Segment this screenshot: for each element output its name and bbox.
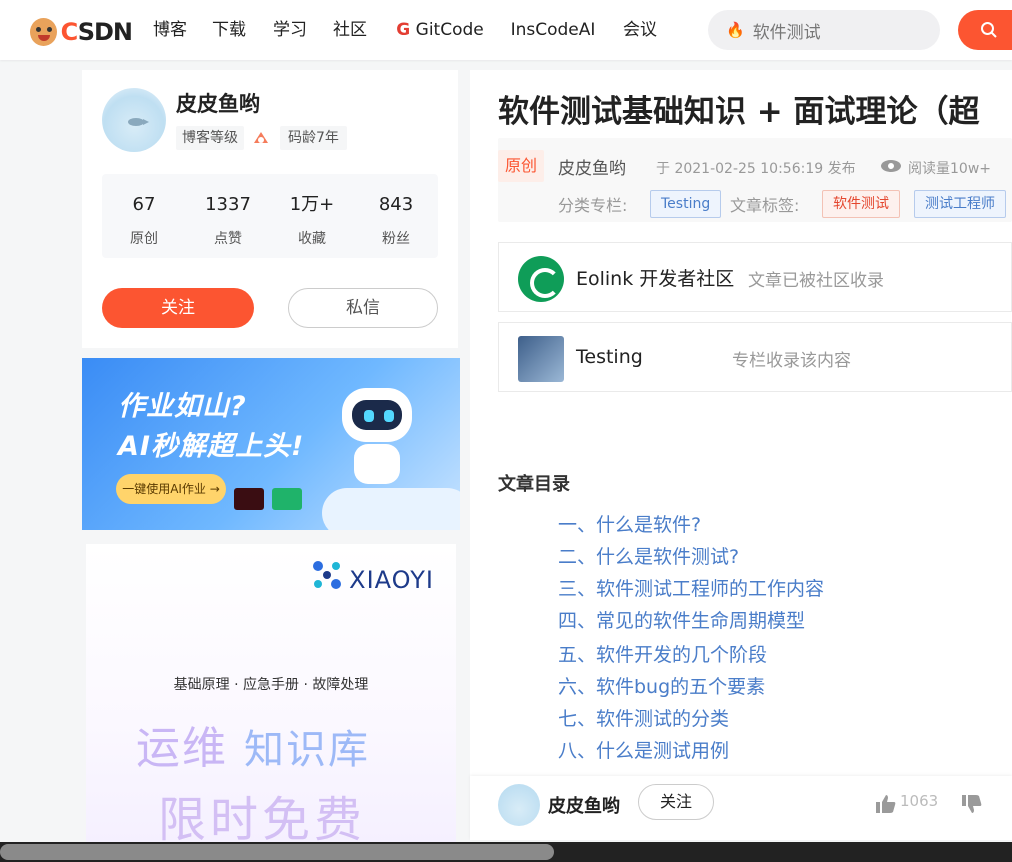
collection-testing-note[interactable]: 专栏收录该内容	[732, 346, 851, 371]
stat-favorites: 1万+ 收藏	[270, 194, 354, 248]
top-nav: CSDN 博客 下载 学习 社区 G GitCode InsCodeAI 会议 …	[0, 0, 1012, 60]
stat-likes-label: 点赞	[214, 231, 242, 247]
ad2-headline-1b: 知识库	[244, 727, 370, 773]
stat-fans-value: 843	[378, 194, 414, 215]
xiaoyi-brand: XIAOYI	[349, 566, 434, 594]
horizontal-scrollbar-thumb[interactable]	[0, 844, 554, 860]
ad-info-icon[interactable]	[272, 488, 302, 510]
stat-original-label: 原创	[130, 231, 158, 247]
toc-item-2[interactable]: 二、什么是软件测试?	[558, 542, 739, 569]
blog-level-label: 博客等级	[176, 126, 244, 150]
toc-heading: 文章目录	[498, 474, 570, 495]
cloud-decoration	[322, 488, 460, 530]
fish-icon	[128, 118, 149, 126]
thumbs-up-icon[interactable]	[874, 792, 898, 816]
stat-favorites-label: 收藏	[298, 231, 326, 247]
search-icon	[981, 22, 997, 38]
like-count: 1063	[900, 792, 939, 810]
bottom-author-name[interactable]: 皮皮鱼哟	[548, 792, 620, 818]
monkey-mascot-icon	[30, 18, 57, 46]
nav-download[interactable]: 下载	[200, 14, 258, 46]
ad2-headline-2: 限时免费	[158, 792, 367, 848]
xiaoyi-logo-icon	[313, 561, 341, 589]
stat-original[interactable]: 67 原创	[102, 194, 186, 248]
toc-item-4[interactable]: 四、常见的软件生命周期模型	[558, 606, 805, 633]
toc-item-5[interactable]: 五、软件开发的几个阶段	[558, 640, 767, 667]
ad-cta-button[interactable]: 一键使用AI作业 →	[116, 474, 226, 504]
xiaoyi-ad-banner[interactable]: XIAOYI 基础原理 · 应急手册 · 故障处理 运维 知识库 限时免费	[86, 544, 456, 848]
ad-headline-2: AI秒解超上头!	[118, 431, 305, 462]
code-age-badge: 码龄7年	[280, 126, 347, 150]
thumbs-down-icon[interactable]	[960, 792, 984, 816]
ad2-headline-1a: 运维	[136, 723, 228, 774]
ai-homework-ad-banner[interactable]: 作业如山? AI秒解超上头! 一键使用AI作业 →	[82, 358, 460, 530]
ad2-headline-1: 运维 知识库	[136, 712, 370, 776]
view-count: 阅读量10w+	[908, 161, 991, 177]
tag-test-engineer[interactable]: 测试工程师	[914, 190, 1006, 218]
toc-item-3[interactable]: 三、软件测试工程师的工作内容	[558, 574, 824, 601]
original-tag[interactable]: 原创	[498, 150, 544, 182]
search-placeholder: 软件测试	[752, 22, 821, 43]
gitcode-icon: G	[396, 20, 411, 40]
collection-eolink-title[interactable]: Eolink 开发者社区	[576, 264, 734, 291]
nav-inscodeai[interactable]: InsCodeAI	[498, 14, 608, 46]
author-name[interactable]: 皮皮鱼哟	[176, 88, 260, 118]
stat-favorites-value: 1万+	[289, 194, 335, 215]
toc-item-8[interactable]: 八、什么是测试用例	[558, 736, 729, 763]
toc-item-7[interactable]: 七、软件测试的分类	[558, 704, 729, 731]
stat-likes: 1337 点赞	[186, 194, 270, 248]
hot-fire-icon: 🔥	[726, 21, 745, 39]
views-eye-icon[interactable]	[880, 158, 902, 174]
ad-close-icon[interactable]	[234, 488, 264, 510]
collection-testing-title[interactable]: Testing	[576, 346, 643, 368]
nav-gitcode[interactable]: G GitCode	[392, 14, 488, 46]
nav-gitcode-label: GitCode	[415, 20, 484, 40]
csdn-logo[interactable]: CSDN	[30, 8, 133, 56]
publish-date: 于 2021-02-25 10:56:19 发布	[656, 161, 856, 177]
author-avatar[interactable]	[102, 88, 166, 152]
stat-likes-value: 1337	[205, 194, 251, 215]
toc-item-1[interactable]: 一、什么是软件?	[558, 510, 701, 537]
nav-learn[interactable]: 学习	[260, 14, 320, 46]
nav-blog[interactable]: 博客	[142, 14, 198, 46]
eolink-logo-icon[interactable]	[518, 256, 564, 302]
bottom-follow-button[interactable]: 关注	[638, 784, 714, 820]
nav-meeting[interactable]: 会议	[610, 14, 670, 46]
bottom-author-avatar[interactable]	[498, 784, 540, 826]
stat-fans: 843 粉丝	[354, 194, 438, 248]
stat-fans-label: 粉丝	[382, 231, 410, 247]
collection-eolink-note[interactable]: 文章已被社区收录	[748, 266, 884, 291]
search-button[interactable]	[958, 10, 1012, 50]
tags-label: 文章标签:	[730, 196, 800, 215]
category-label: 分类专栏:	[558, 196, 628, 215]
level-badge-icon[interactable]	[252, 129, 270, 147]
search-input[interactable]: 🔥 软件测试	[708, 10, 940, 50]
article-author[interactable]: 皮皮鱼哟	[558, 154, 626, 179]
toc-item-6[interactable]: 六、软件bug的五个要素	[558, 672, 765, 699]
follow-button[interactable]: 关注	[102, 288, 254, 328]
stat-original-value: 67	[132, 194, 156, 215]
brand-text: CSDN	[60, 18, 133, 46]
nav-community[interactable]: 社区	[320, 14, 380, 46]
robot-illustration	[332, 388, 432, 484]
ad-headline-1: 作业如山?	[118, 391, 247, 422]
testing-column-thumbnail-icon[interactable]	[518, 336, 564, 382]
article-title: 软件测试基础知识 + 面试理论（超	[498, 94, 980, 130]
category-chip-testing[interactable]: Testing	[650, 190, 722, 218]
message-button[interactable]: 私信	[288, 288, 438, 328]
ad2-subtitle: 基础原理 · 应急手册 · 故障处理	[173, 677, 369, 693]
tag-software-testing[interactable]: 软件测试	[822, 190, 900, 218]
